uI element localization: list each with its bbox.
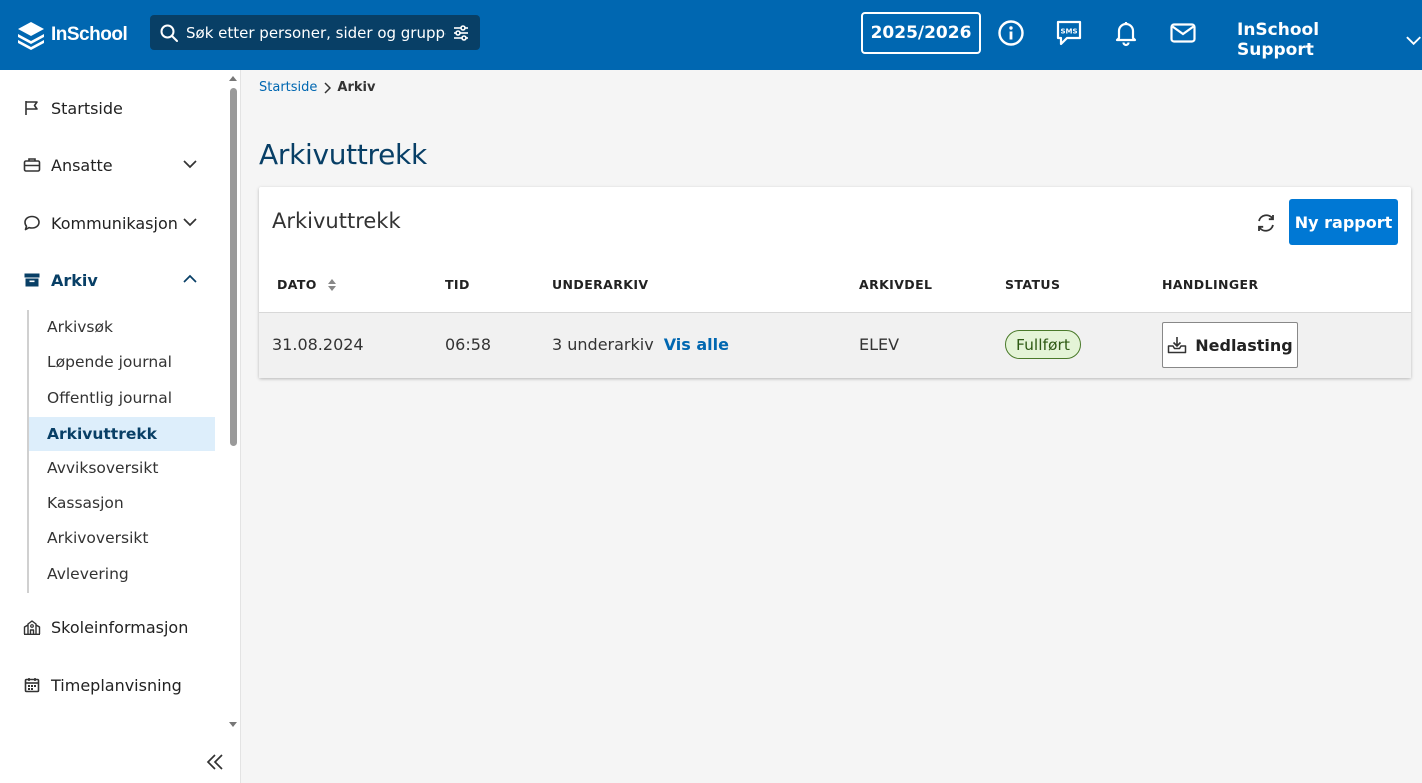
chevron-right-icon bbox=[323, 81, 332, 94]
column-header-tid: TID bbox=[445, 277, 470, 292]
school-year-button[interactable]: 2025/2026 bbox=[861, 12, 981, 54]
sidebar-item-ansatte[interactable]: Ansatte bbox=[0, 145, 215, 185]
underarkiv-count: 3 underarkiv bbox=[552, 335, 654, 354]
cell-dato: 31.08.2024 bbox=[272, 335, 364, 354]
subnav-item-avviksoversikt[interactable]: Avviksoversikt bbox=[29, 451, 215, 485]
double-chevron-left-icon bbox=[206, 754, 223, 770]
new-report-button[interactable]: Ny rapport bbox=[1289, 199, 1398, 245]
cell-underarkiv: 3 underarkiv Vis alle bbox=[552, 335, 729, 354]
chat-icon bbox=[23, 214, 41, 232]
sidebar-item-label: Startside bbox=[51, 98, 123, 118]
sidebar-item-label: Ansatte bbox=[51, 155, 113, 175]
arkiv-subnav: Arkivsøk Løpende journal Offentlig journ… bbox=[27, 310, 215, 593]
sidebar-item-label: Timeplanvisning bbox=[51, 675, 182, 695]
subnav-item-avlevering[interactable]: Avlevering bbox=[29, 557, 215, 591]
bell-icon[interactable] bbox=[1112, 19, 1140, 47]
scroll-down-arrow-icon[interactable] bbox=[229, 722, 237, 727]
column-header-label: DATO bbox=[277, 277, 317, 292]
collapse-sidebar-button[interactable] bbox=[203, 750, 227, 774]
subnav-item-offentlig-journal[interactable]: Offentlig journal bbox=[29, 381, 215, 415]
breadcrumb: Startside Arkiv bbox=[259, 80, 375, 95]
subnav-item-kassasjon[interactable]: Kassasjon bbox=[29, 486, 215, 520]
chevron-down-icon bbox=[183, 160, 197, 169]
scroll-thumb[interactable] bbox=[230, 88, 237, 446]
status-badge: Fullført bbox=[1005, 330, 1081, 359]
search-icon bbox=[160, 24, 178, 42]
chevron-down-icon bbox=[183, 218, 197, 227]
user-menu[interactable]: InSchool Support bbox=[1237, 20, 1422, 60]
download-tray-icon bbox=[1168, 337, 1187, 354]
calendar-icon bbox=[23, 676, 41, 694]
download-button[interactable]: Nedlasting bbox=[1162, 322, 1298, 368]
sidebar-scrollbar[interactable] bbox=[227, 74, 239, 734]
chevron-up-icon bbox=[183, 274, 197, 283]
layers-logo-icon bbox=[18, 22, 44, 50]
sidebar-item-label: Arkiv bbox=[51, 270, 98, 290]
inschool-logo[interactable]: InSchool bbox=[15, 19, 128, 51]
top-bar: InSchool 2025/2026 SMS bbox=[0, 0, 1422, 70]
column-header-handlinger: HANDLINGER bbox=[1162, 277, 1259, 292]
column-header-dato[interactable]: DATO bbox=[277, 277, 337, 292]
chevron-down-icon bbox=[1406, 36, 1421, 46]
sidebar-item-label: Skoleinformasjon bbox=[51, 617, 189, 637]
info-icon[interactable] bbox=[997, 19, 1025, 47]
cell-arkivdel: ELEV bbox=[859, 335, 900, 354]
page-title: Arkivuttrekk bbox=[259, 138, 427, 171]
logo-text: InSchool bbox=[51, 24, 128, 45]
school-icon bbox=[23, 618, 41, 636]
briefcase-icon bbox=[23, 156, 41, 174]
card-title: Arkivuttrekk bbox=[272, 209, 401, 233]
archive-box-icon bbox=[23, 271, 41, 289]
filter-sliders-icon[interactable] bbox=[452, 24, 470, 42]
svg-text:SMS: SMS bbox=[1060, 28, 1077, 36]
flag-icon bbox=[23, 99, 41, 117]
column-header-status: STATUS bbox=[1005, 277, 1061, 292]
subnav-item-arkivoversikt[interactable]: Arkivoversikt bbox=[29, 521, 215, 555]
scroll-up-arrow-icon[interactable] bbox=[229, 76, 237, 81]
sidebar: Startside Ansatte Kommunikasjon Arkiv Ar… bbox=[0, 70, 241, 783]
sidebar-item-skoleinformasjon[interactable]: Skoleinformasjon bbox=[0, 607, 215, 647]
subnav-item-arkivsok[interactable]: Arkivsøk bbox=[29, 310, 215, 344]
vis-alle-link[interactable]: Vis alle bbox=[664, 335, 729, 354]
sms-icon[interactable]: SMS bbox=[1055, 19, 1083, 47]
user-name: InSchool Support bbox=[1237, 20, 1320, 60]
sidebar-item-timeplanvisning[interactable]: Timeplanvisning bbox=[0, 665, 215, 705]
cell-tid: 06:58 bbox=[445, 335, 492, 354]
subnav-item-arkivuttrekk[interactable]: Arkivuttrekk bbox=[29, 417, 215, 451]
sort-icon[interactable] bbox=[327, 278, 337, 292]
column-header-underarkiv: UNDERARKIV bbox=[552, 277, 649, 292]
sidebar-item-label: Kommunikasjon bbox=[51, 213, 178, 233]
subnav-item-lopende-journal[interactable]: Løpende journal bbox=[29, 345, 215, 379]
refresh-icon[interactable] bbox=[1254, 211, 1278, 235]
sidebar-item-arkiv[interactable]: Arkiv bbox=[0, 260, 215, 300]
breadcrumb-current: Arkiv bbox=[337, 80, 376, 95]
download-button-label: Nedlasting bbox=[1195, 335, 1293, 355]
search-bar[interactable] bbox=[150, 15, 480, 50]
table-row: 31.08.2024 06:58 3 underarkiv Vis alle E… bbox=[259, 312, 1411, 378]
mail-icon[interactable] bbox=[1169, 19, 1197, 47]
sidebar-item-kommunikasjon[interactable]: Kommunikasjon bbox=[0, 203, 215, 243]
archive-extract-card: Arkivuttrekk Ny rapport DATO TID UNDERAR… bbox=[259, 187, 1411, 378]
breadcrumb-link-startside[interactable]: Startside bbox=[259, 80, 317, 95]
sidebar-item-startside[interactable]: Startside bbox=[0, 88, 215, 128]
column-header-arkivdel: ARKIVDEL bbox=[859, 277, 933, 292]
search-input[interactable] bbox=[186, 23, 446, 42]
